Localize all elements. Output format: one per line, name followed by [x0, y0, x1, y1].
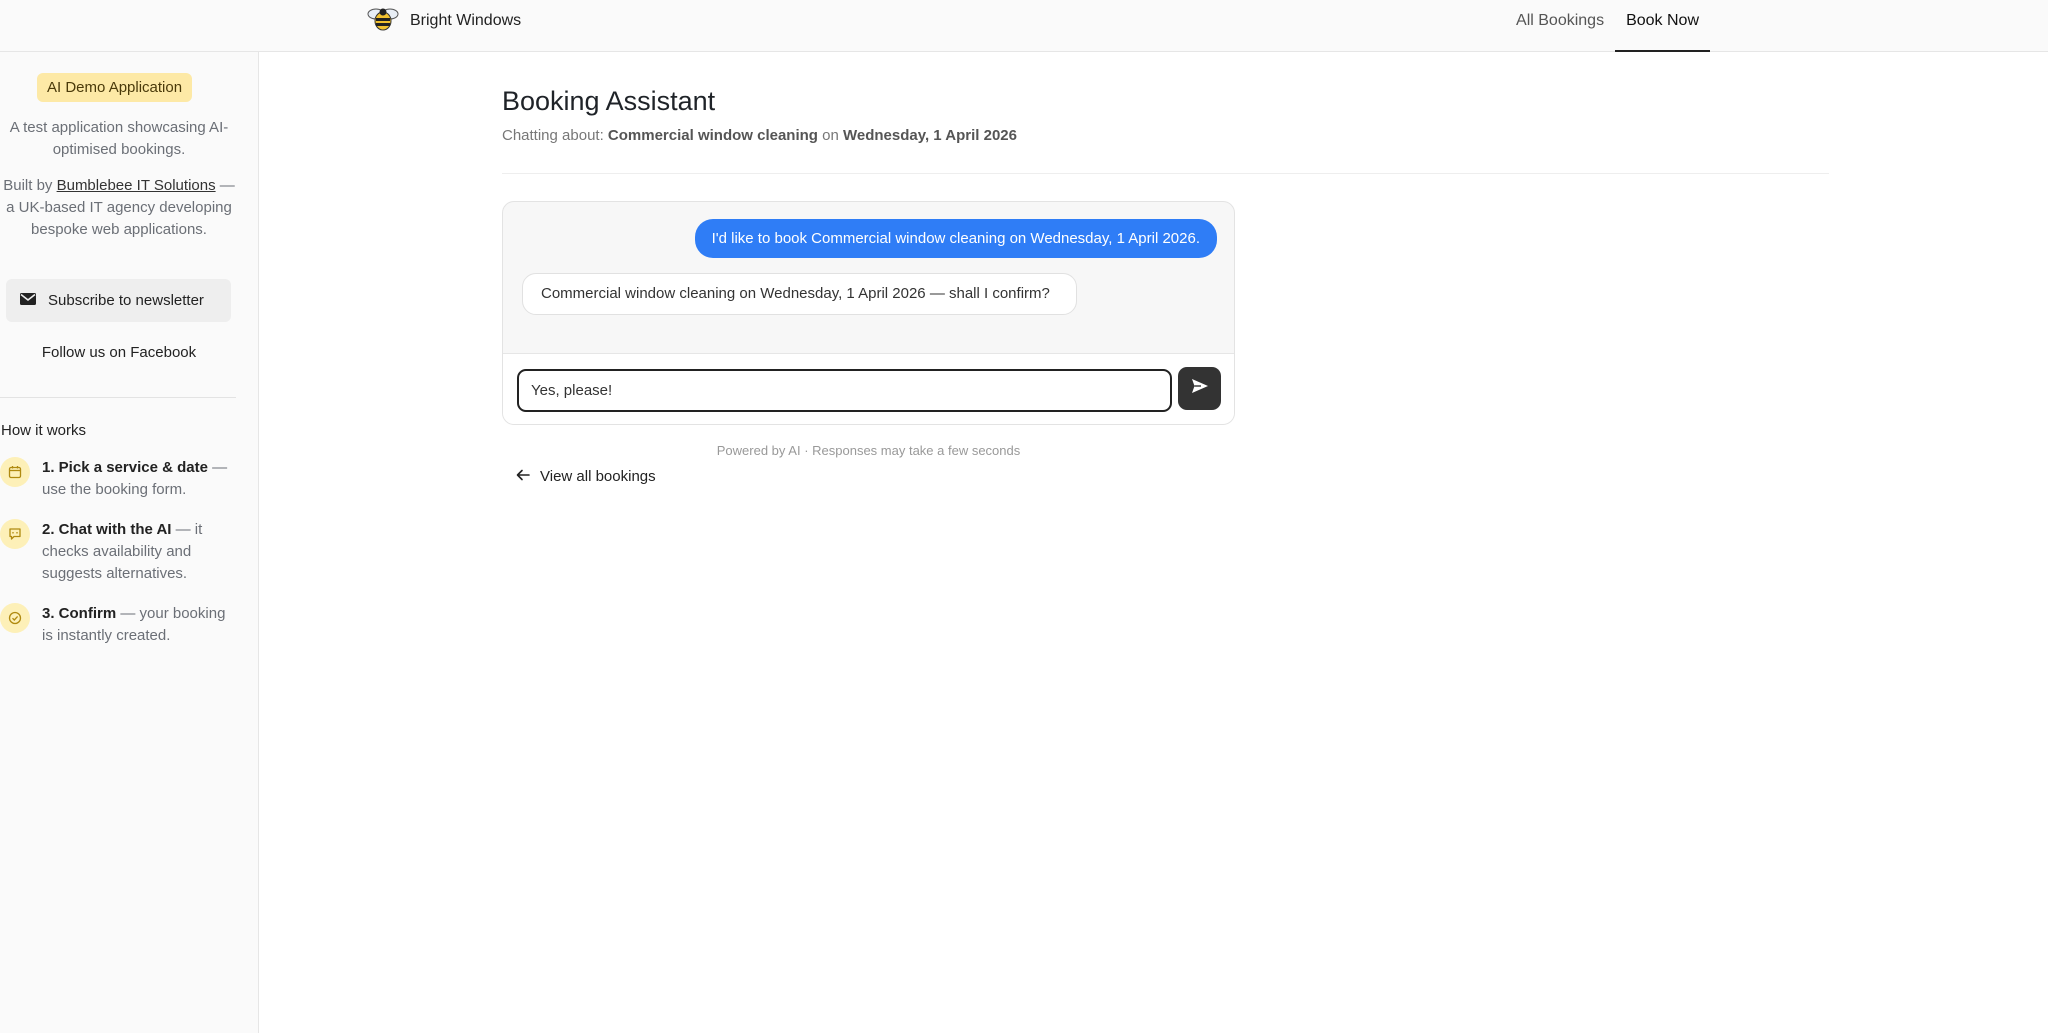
- app-description: A test application showcasing AI-optimis…: [9, 119, 229, 158]
- how-it-works-title: How it works: [1, 422, 87, 439]
- chat-subtitle: Chatting about: Commercial window cleani…: [502, 127, 1017, 144]
- user-message: I'd like to book Commercial window clean…: [694, 219, 1217, 258]
- step-3: 3. Confirm — your booking is instantly c…: [0, 603, 240, 647]
- assistant-message: Commercial window cleaning on Wednesday,…: [522, 273, 1077, 315]
- powered-by-note: Powered by AI · Responses may take a few…: [716, 443, 1021, 458]
- step-1: 1. Pick a service & date — use the booki…: [0, 457, 240, 501]
- arrow-left-icon: [516, 468, 530, 485]
- subtitle-mid: on: [817, 127, 843, 144]
- chat-input-row: [503, 353, 1234, 424]
- brand[interactable]: Bright Windows: [366, 8, 521, 34]
- subtitle-date: Wednesday, 1 April 2026: [843, 127, 1017, 144]
- facebook-link[interactable]: Follow us on Facebook: [0, 344, 238, 361]
- subtitle-service: Commercial window cleaning: [607, 127, 818, 144]
- back-link-label: View all bookings: [540, 468, 656, 485]
- send-icon: [1191, 378, 1209, 399]
- step-1-title: 1. Pick a service & date: [42, 459, 208, 476]
- step-2: 2. Chat with the AI — it checks availabi…: [0, 519, 240, 585]
- view-all-bookings-link[interactable]: View all bookings: [516, 468, 656, 485]
- chat-panel: I'd like to book Commercial window clean…: [502, 201, 1235, 425]
- step-3-title: 3. Confirm: [42, 605, 117, 622]
- step-3-text: 3. Confirm — your booking is instantly c…: [42, 603, 240, 647]
- send-button[interactable]: [1178, 367, 1221, 410]
- nav-book-now[interactable]: Book Now: [1615, 0, 1710, 52]
- check-circle-icon: [0, 603, 30, 633]
- calendar-icon: [0, 457, 30, 487]
- subtitle-prefix: Chatting about:: [502, 127, 608, 144]
- chat-input[interactable]: [517, 369, 1172, 412]
- sidebar-divider: [0, 397, 236, 398]
- step-2-text: 2. Chat with the AI — it checks availabi…: [42, 519, 240, 585]
- sidebar: AI Demo Application A test application s…: [0, 52, 259, 1033]
- subscribe-label: Subscribe to newsletter: [48, 292, 204, 309]
- top-navbar: Bright Windows All Bookings Book Now: [0, 0, 2048, 52]
- nav-all-bookings[interactable]: All Bookings: [1505, 0, 1615, 51]
- step-2-title: 2. Chat with the AI: [42, 521, 172, 538]
- envelope-icon: [20, 292, 36, 309]
- demo-badge: AI Demo Application: [37, 73, 193, 102]
- main-nav: All Bookings Book Now: [1505, 0, 1710, 52]
- subscribe-button[interactable]: Subscribe to newsletter: [6, 279, 231, 322]
- brand-name: Bright Windows: [410, 12, 522, 29]
- bee-logo-icon: [366, 6, 400, 37]
- bumblebee-link[interactable]: Bumblebee IT Solutions: [57, 177, 216, 194]
- main-divider: [502, 173, 1829, 174]
- built-by-text: Built by Bumblebee IT Solutions — a UK-b…: [0, 175, 238, 241]
- built-by-prefix: Built by: [3, 177, 57, 194]
- page-title: Booking Assistant: [502, 86, 716, 116]
- chat-bubble-icon: [0, 519, 30, 549]
- step-1-text: 1. Pick a service & date — use the booki…: [42, 457, 240, 501]
